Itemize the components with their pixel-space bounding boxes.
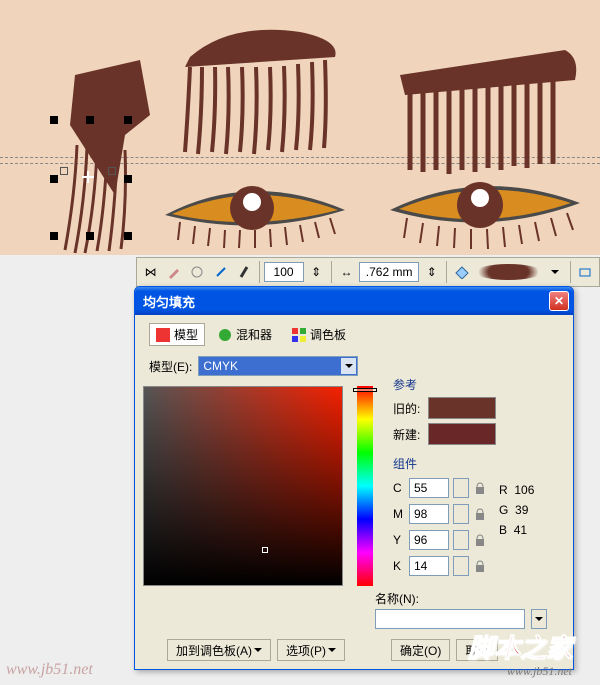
drawing-canvas[interactable] — [0, 0, 600, 255]
bucket-btn[interactable] — [451, 261, 472, 283]
tool-btn[interactable]: ⋈ — [140, 261, 161, 283]
lock-icon[interactable] — [473, 559, 487, 573]
model-select[interactable]: CMYK — [198, 356, 358, 376]
spinner[interactable] — [453, 504, 469, 524]
hue-marker[interactable] — [353, 388, 377, 392]
spinner[interactable] — [453, 478, 469, 498]
property-bar: ⋈ ⇕ ↔ ⇕ — [136, 257, 600, 287]
y-input[interactable]: 96 — [409, 530, 449, 550]
old-swatch — [428, 397, 496, 419]
size-input[interactable] — [264, 262, 304, 282]
new-label: 新建: — [393, 426, 420, 443]
k-input[interactable]: 14 — [409, 556, 449, 576]
hair-shape-1 — [160, 12, 360, 162]
model-label: 模型(E): — [149, 358, 192, 375]
eye-left — [160, 180, 350, 255]
tab-model[interactable]: 模型 — [149, 323, 205, 346]
spinner[interactable] — [453, 530, 469, 550]
dialog-title: 均匀填充 — [139, 292, 549, 311]
selection-handle[interactable] — [124, 116, 132, 124]
spinner[interactable]: ⇕ — [306, 261, 327, 283]
name-label: 名称(N): — [375, 590, 419, 607]
pen-btn[interactable] — [210, 261, 231, 283]
components-label: 组件 — [393, 455, 565, 472]
hair-shape-2 — [395, 40, 595, 180]
watermark: www.jb51.net — [507, 664, 572, 679]
calligraphy-btn[interactable] — [233, 261, 254, 283]
anchor-point[interactable] — [108, 167, 116, 175]
selection-handle[interactable] — [124, 175, 132, 183]
hue-slider[interactable] — [357, 386, 373, 586]
tab-mixer[interactable]: 混和器 — [211, 323, 279, 346]
selected-hair-shape[interactable] — [55, 55, 175, 255]
c-input[interactable]: 55 — [409, 478, 449, 498]
selection-handle[interactable] — [86, 116, 94, 124]
width-input[interactable] — [359, 262, 419, 282]
brush-btn[interactable] — [163, 261, 184, 283]
ok-button[interactable]: 确定(O) — [391, 639, 450, 661]
watermark: 脚本之家 — [468, 628, 572, 665]
selection-handle[interactable] — [86, 232, 94, 240]
selection-center[interactable] — [82, 171, 94, 183]
name-dropdown[interactable] — [531, 609, 547, 629]
selection-handle[interactable] — [50, 116, 58, 124]
anchor-point[interactable] — [60, 167, 68, 175]
dialog-titlebar[interactable]: 均匀填充 ✕ — [135, 287, 573, 315]
old-label: 旧的: — [393, 400, 420, 417]
new-swatch — [428, 423, 496, 445]
m-input[interactable]: 98 — [409, 504, 449, 524]
options-button[interactable]: 选项(P) — [277, 639, 345, 661]
lock-icon[interactable] — [473, 481, 487, 495]
spray-btn[interactable] — [187, 261, 208, 283]
selection-handle[interactable] — [124, 232, 132, 240]
sv-marker[interactable] — [262, 547, 268, 553]
lock-icon[interactable] — [473, 507, 487, 521]
watermark: www.jb51.net — [6, 661, 93, 679]
fill-tabs: 模型 混和器 调色板 — [149, 323, 565, 346]
more-btn[interactable] — [575, 261, 596, 283]
uniform-fill-dialog: 均匀填充 ✕ 模型 混和器 调色板 模型(E): CMYK — [134, 286, 574, 670]
lock-icon[interactable] — [473, 533, 487, 547]
selection-handle[interactable] — [50, 175, 58, 183]
stroke-preview[interactable] — [475, 264, 543, 280]
spinner[interactable] — [453, 556, 469, 576]
dropdown-arrow-icon — [341, 358, 356, 374]
name-input[interactable] — [375, 609, 525, 629]
width-icon[interactable]: ↔ — [336, 261, 357, 283]
tab-palette[interactable]: 调色板 — [285, 323, 353, 346]
eye-right — [385, 178, 585, 256]
rgb-readout: R 106 G 39 B 41 — [499, 478, 534, 582]
spinner[interactable]: ⇕ — [421, 261, 442, 283]
add-palette-button[interactable]: 加到调色板(A) — [167, 639, 271, 661]
saturation-value-picker[interactable] — [143, 386, 343, 586]
close-button[interactable]: ✕ — [549, 291, 569, 311]
reference-label: 参考 — [393, 376, 565, 393]
selection-handle[interactable] — [50, 232, 58, 240]
dropdown-arrow[interactable] — [544, 261, 565, 283]
